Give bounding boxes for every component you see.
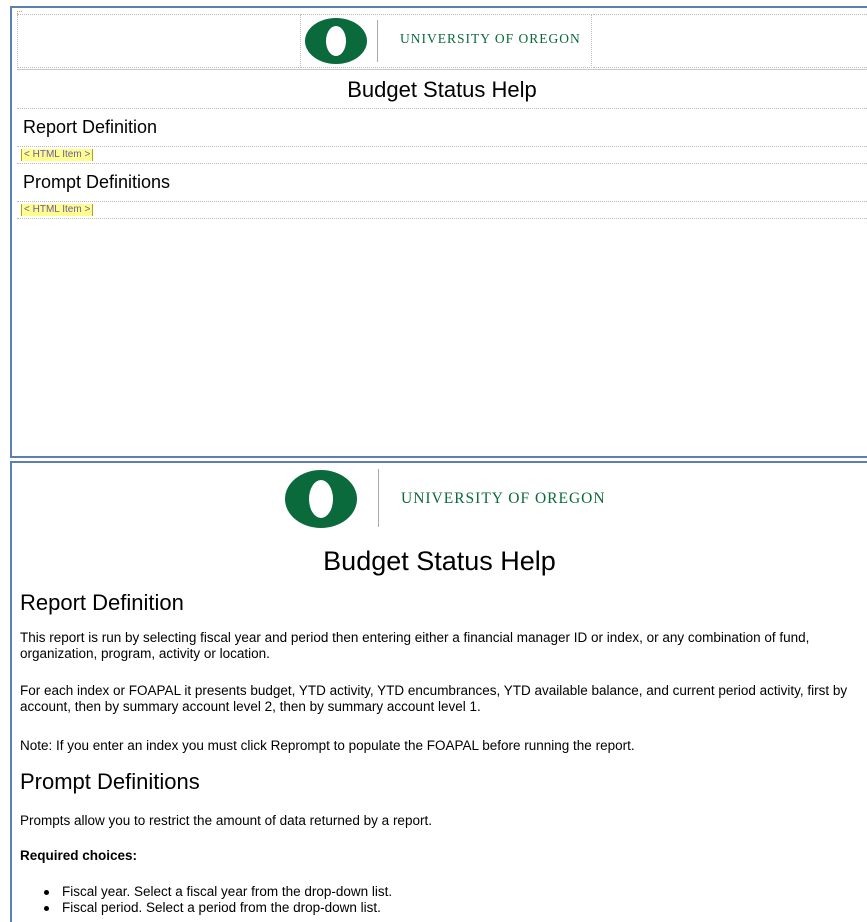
prompt-intro: Prompts allow you to restrict the amount… (20, 813, 432, 828)
university-o-logo-icon (285, 470, 357, 528)
report-design-view: UNIVERSITY OF OREGON Budget Status Help … (10, 6, 867, 458)
bullet-icon (44, 906, 49, 911)
list-item: Fiscal period. Select a period from the … (40, 900, 392, 916)
report-paragraph: For each index or FOAPAL it presents bud… (20, 683, 848, 714)
list-item-text: Fiscal year. Select a fiscal year from t… (62, 884, 393, 899)
required-choices-list: Fiscal year. Select a fiscal year from t… (40, 884, 392, 916)
logo-separator (378, 469, 379, 527)
section-heading-report-definition: Report Definition (20, 590, 184, 615)
list-item: Fiscal year. Select a fiscal year from t… (40, 884, 392, 900)
list-item-text: Fiscal period. Select a period from the … (62, 900, 381, 915)
report-rendered-view: UNIVERSITY OF OREGON Budget Status Help … (10, 461, 867, 922)
design-section-prompt-definitions[interactable]: Prompt Definitions (17, 165, 867, 202)
report-note: Note: If you enter an index you must cli… (20, 738, 635, 753)
logo-left-cell[interactable] (17, 14, 301, 68)
university-o-logo-icon (305, 18, 367, 64)
html-item-placeholder[interactable]: < HTML Item > (21, 204, 94, 216)
design-report-title[interactable]: Budget Status Help (17, 72, 867, 109)
report-paragraph: This report is run by selecting fiscal y… (20, 630, 810, 661)
university-name: UNIVERSITY OF OREGON (401, 490, 606, 507)
logo-right-cell[interactable] (593, 14, 867, 68)
page-title: Budget Status Help (323, 546, 556, 576)
report-logo: UNIVERSITY OF OREGON (280, 466, 625, 530)
logo-cell[interactable]: UNIVERSITY OF OREGON (301, 14, 592, 68)
section-heading-prompt-definitions: Prompt Definitions (20, 769, 200, 794)
university-name: UNIVERSITY OF OREGON (400, 31, 581, 46)
logo-row: UNIVERSITY OF OREGON (17, 14, 867, 70)
html-item-placeholder[interactable]: < HTML Item > (21, 149, 94, 161)
required-choices-label: Required choices: (20, 848, 138, 863)
design-section-report-definition[interactable]: Report Definition (17, 110, 867, 147)
design-html-item-row: < HTML Item > (17, 147, 867, 164)
bullet-icon (44, 890, 49, 895)
logo-separator (377, 20, 378, 62)
design-html-item-row: < HTML Item > (17, 202, 867, 219)
